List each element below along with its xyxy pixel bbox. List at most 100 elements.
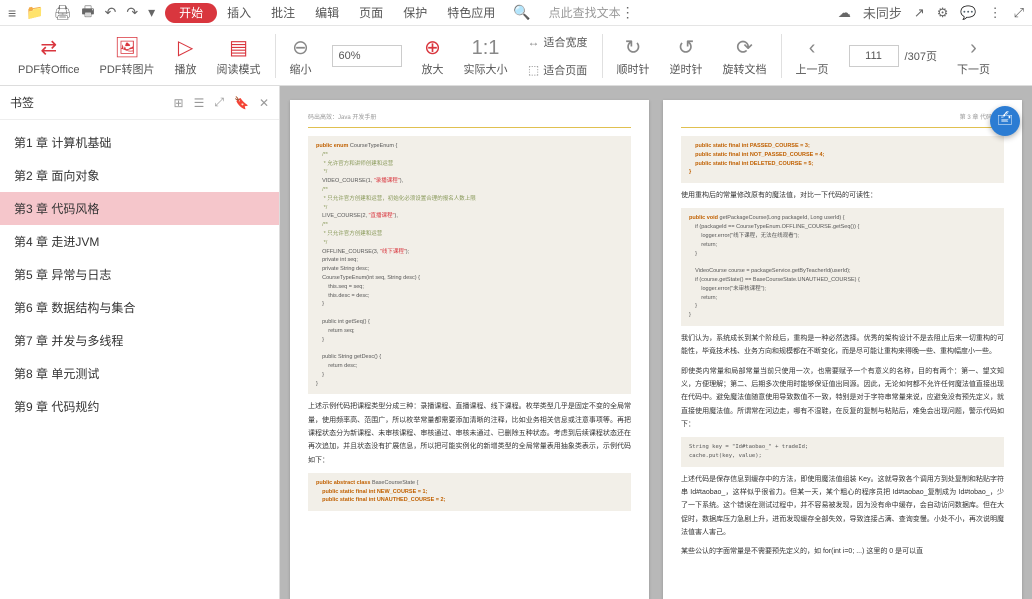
code-block-2: public abstract class BaseCourseState { …: [308, 473, 631, 511]
tool-fitwidth[interactable]: ↔ 适合宽度: [524, 28, 592, 56]
toc: 第1 章 计算机基础 第2 章 面向对象 第3 章 代码风格 第4 章 走进JV…: [0, 120, 279, 599]
toc-item-4[interactable]: 第4 章 走进JVM: [0, 225, 279, 258]
more-icon[interactable]: ⋮: [621, 4, 635, 21]
toc-item-8[interactable]: 第8 章 单元测试: [0, 357, 279, 390]
fitwidth-icon: ↔: [528, 36, 540, 48]
page-header-left: 码出高效：Java 开发手册: [308, 114, 631, 123]
paragraph-r2: 我们认为，系统成长到某个阶段后，重构是一种必然选择。优秀的架构设计不是去阻止后来…: [681, 332, 1004, 359]
toc-item-9[interactable]: 第9 章 代码规约: [0, 390, 279, 423]
sidebar-bookmark-icon[interactable]: 🔖: [234, 96, 249, 110]
tool-zoomout[interactable]: ⊖缩小: [280, 26, 322, 86]
page-left: 码出高效：Java 开发手册 public enum CourseTypeEnu…: [290, 100, 649, 599]
paragraph-1: 上述示例代码把课程类型分成三种：录播课程、直播课程、线下课程。枚举类型几乎是固定…: [308, 400, 631, 466]
tab-special[interactable]: 特色应用: [437, 0, 505, 26]
sync-status[interactable]: 未同步: [863, 3, 902, 22]
code-block-5: String key = "Id#taobao_" + tradeId; cac…: [681, 437, 1004, 467]
tab-start[interactable]: 开始: [165, 3, 217, 23]
tool-fitpage[interactable]: ⬚ 适合页面: [524, 56, 592, 84]
page-input[interactable]: 111: [849, 45, 899, 67]
code-block-1: public enum CourseTypeEnum { /** * 允许官方和…: [308, 136, 631, 394]
tool-prevpage[interactable]: ‹上一页: [786, 26, 839, 86]
fitpage-icon: ⬚: [528, 64, 539, 76]
dropdown-icon[interactable]: ▾: [148, 4, 155, 21]
toc-item-1[interactable]: 第1 章 计算机基础: [0, 126, 279, 159]
paragraph-r3: 即使类内常量和局部常量当前只使用一次，也需要赋予一个有意义的名称，目的有两个：第…: [681, 365, 1004, 431]
tool-label: PDF转Office: [18, 61, 80, 77]
tab-page[interactable]: 页面: [349, 0, 393, 26]
tool-readmode[interactable]: ▤阅读模式: [207, 26, 271, 86]
settings-icon[interactable]: ⚙: [937, 5, 949, 21]
toc-item-6[interactable]: 第6 章 数据结构与集合: [0, 291, 279, 324]
sidebar-expand-icon[interactable]: ⤢: [214, 95, 224, 110]
tool-label: 实际大小: [464, 61, 508, 77]
redo-icon[interactable]: ↷: [126, 4, 138, 21]
sync-icon[interactable]: ☁: [838, 5, 851, 21]
toolbar: ⇄PDF转Office 🖼PDF转图片 ▷播放 ▤阅读模式 ⊖缩小 60% ⊕放…: [0, 26, 1032, 86]
tool-pdf2img[interactable]: 🖼PDF转图片: [90, 26, 165, 86]
tool-nextpage[interactable]: ›下一页: [947, 26, 1000, 86]
zoom-input[interactable]: 60%: [332, 45, 402, 67]
viewer[interactable]: 码出高效：Java 开发手册 public enum CourseTypeEnu…: [280, 86, 1032, 599]
sidebar-add-icon[interactable]: ⊞: [174, 96, 184, 110]
tool-label: 适合宽度: [544, 34, 588, 50]
zoomin-icon: ⊕: [424, 35, 441, 61]
save-icon[interactable]: 🖨: [54, 4, 72, 21]
float-translate-button[interactable]: 🖆: [990, 106, 1020, 136]
search-placeholder[interactable]: 点此查找文本: [549, 4, 621, 21]
undo-icon[interactable]: ↶: [105, 4, 117, 21]
tool-pdf2office[interactable]: ⇄PDF转Office: [8, 26, 90, 86]
sidebar-title: 书签: [10, 94, 34, 111]
page-total: /307页: [905, 48, 937, 64]
prevpage-icon: ‹: [809, 35, 816, 61]
paragraph-r5: 某些公认的字面常量是不需要预先定义的，如 for(int i=0; ...) 这…: [681, 545, 1004, 558]
tool-rotate[interactable]: ⟳旋转文档: [713, 26, 777, 86]
tool-cw[interactable]: ↻顺时针: [607, 26, 660, 86]
toc-item-3[interactable]: 第3 章 代码风格: [0, 192, 279, 225]
nextpage-icon: ›: [970, 35, 977, 61]
tool-label: 播放: [175, 61, 197, 77]
main: 书签 ⊞ ☰ ⤢ 🔖 ✕ 第1 章 计算机基础 第2 章 面向对象 第3 章 代…: [0, 86, 1032, 599]
tool-label: 顺时针: [617, 61, 650, 77]
sidebar-list-icon[interactable]: ☰: [194, 96, 205, 110]
tool-label: PDF转图片: [100, 61, 155, 77]
zoomout-icon: ⊖: [292, 35, 309, 61]
pdf2img-icon: 🖼: [114, 35, 139, 61]
menu-icon[interactable]: ≡: [8, 5, 16, 21]
ccw-icon: ↺: [678, 35, 695, 61]
tool-label: 放大: [422, 61, 444, 77]
tool-ccw[interactable]: ↺逆时针: [660, 26, 713, 86]
folder-icon[interactable]: 📁: [26, 4, 43, 21]
tool-label: 旋转文档: [723, 61, 767, 77]
toc-item-5[interactable]: 第5 章 异常与日志: [0, 258, 279, 291]
toc-item-2[interactable]: 第2 章 面向对象: [0, 159, 279, 192]
toc-item-7[interactable]: 第7 章 并发与多线程: [0, 324, 279, 357]
zoom-level[interactable]: 60%: [322, 26, 412, 86]
sidebar-header: 书签 ⊞ ☰ ⤢ 🔖 ✕: [0, 86, 279, 120]
tool-label: 下一页: [957, 61, 990, 77]
actualsize-icon: 1:1: [472, 35, 500, 61]
sidebar-close-icon[interactable]: ✕: [259, 96, 269, 110]
readmode-icon: ▤: [229, 35, 248, 61]
pdf2office-icon: ⇄: [40, 35, 57, 61]
tab-edit[interactable]: 编辑: [305, 0, 349, 26]
menu-more-icon[interactable]: ⋮: [989, 5, 1002, 21]
print-icon[interactable]: 🖶: [81, 1, 94, 25]
rotate-icon: ⟳: [736, 35, 753, 61]
code-block-4: public void getPackageCourse(Long packag…: [681, 208, 1004, 326]
code-block-3: public static final int PASSED_COURSE = …: [681, 136, 1004, 183]
tab-annotate[interactable]: 批注: [261, 0, 305, 26]
tool-zoomin[interactable]: ⊕放大: [412, 26, 454, 86]
tool-play[interactable]: ▷播放: [165, 26, 207, 86]
search-icon[interactable]: 🔍: [513, 4, 530, 21]
tool-actualsize[interactable]: 1:1实际大小: [454, 26, 518, 86]
expand-icon[interactable]: ⤢: [1014, 5, 1024, 21]
tool-label: 适合页面: [543, 62, 587, 78]
tool-label: 阅读模式: [217, 61, 261, 77]
chat-icon[interactable]: 💬: [960, 5, 976, 21]
share-icon[interactable]: ↗: [914, 5, 925, 21]
tab-protect[interactable]: 保护: [393, 0, 437, 26]
tool-label: 逆时针: [670, 61, 703, 77]
tool-label: 上一页: [796, 61, 829, 77]
tab-insert[interactable]: 插入: [217, 0, 261, 26]
paragraph-r4: 上述代码是保存信息到缓存中的方法，即使用魔法值组装 Key。这就导致各个调用方到…: [681, 473, 1004, 539]
